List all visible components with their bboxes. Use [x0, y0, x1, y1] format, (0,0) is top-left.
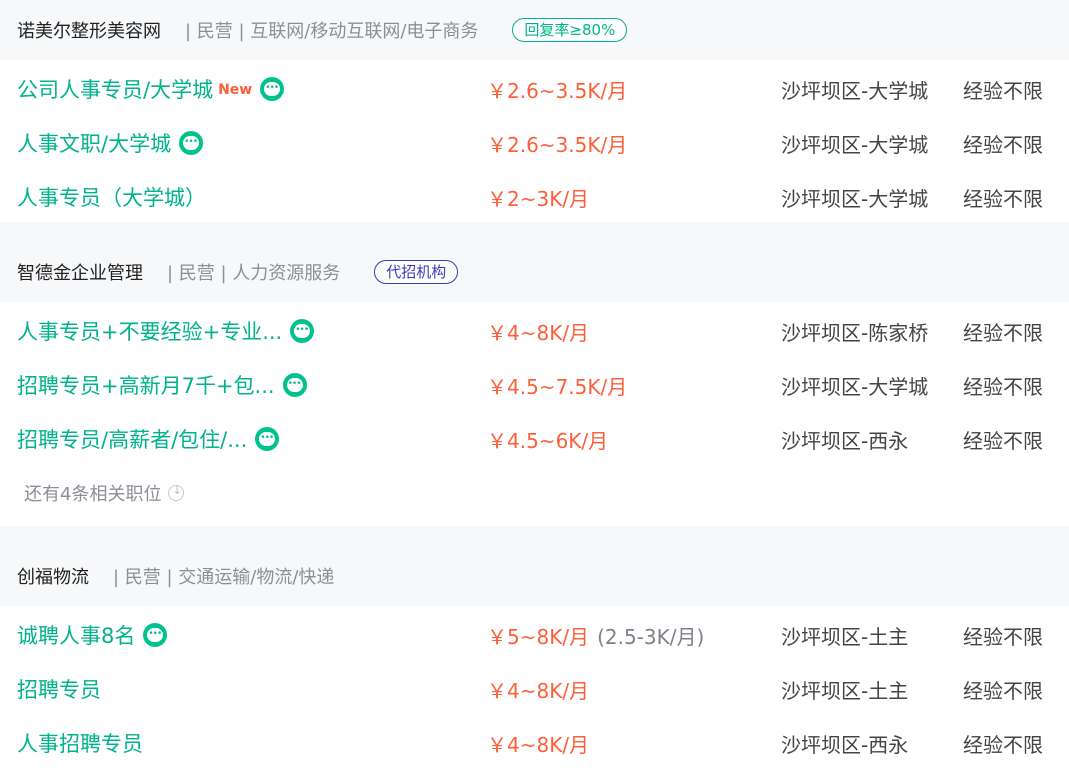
company-block-1: 诺美尔整形美容网 | 民营 | 互联网/移动互联网/电子商务 回复率≥80% 公…: [0, 0, 1069, 222]
salary: ￥2~3K/月: [487, 187, 590, 211]
company-meta: | 民营 | 互联网/移动互联网/电子商务: [185, 21, 479, 42]
location: 沙坪坝区-陈家桥: [781, 321, 929, 345]
company-header: 智德金企业管理 | 民营 | 人力资源服务 代招机构: [0, 242, 1069, 302]
salary: ￥4.5~7.5K/月: [487, 375, 628, 399]
salary-note: (2.5-3K/月): [597, 625, 705, 649]
location: 沙坪坝区-大学城: [781, 187, 929, 211]
more-jobs-row: 还有4条相关职位: [0, 464, 1069, 526]
chat-icon[interactable]: [179, 131, 204, 155]
experience: 经验不限: [963, 321, 1043, 345]
location: 沙坪坝区-大学城: [781, 133, 929, 157]
job-title-link[interactable]: 招聘专员+高新月7千+包...: [17, 370, 275, 400]
job-row[interactable]: 招聘专员 ￥4~8K/月 沙坪坝区-土主 经验不限: [0, 660, 1069, 714]
chat-icon[interactable]: [260, 77, 285, 101]
job-title-link[interactable]: 人事专员（大学城）: [17, 182, 206, 212]
company-name-link[interactable]: 创福物流: [17, 563, 89, 589]
job-row[interactable]: 人事专员（大学城） ￥2~3K/月 沙坪坝区-大学城 经验不限: [0, 168, 1069, 222]
job-row[interactable]: 人事专员+不要经验+专业... ￥4~8K/月 沙坪坝区-陈家桥 经验不限: [0, 302, 1069, 356]
salary: ￥4~8K/月: [487, 733, 590, 757]
salary: ￥5~8K/月 (2.5-3K/月): [487, 621, 704, 650]
job-title-link[interactable]: 人事文职/大学城: [17, 128, 171, 158]
location: 沙坪坝区-西永: [781, 429, 909, 453]
company-name-link[interactable]: 智德金企业管理: [17, 259, 143, 285]
job-row[interactable]: 招聘专员+高新月7千+包... ￥4.5~7.5K/月 沙坪坝区-大学城 经验不…: [0, 356, 1069, 410]
more-jobs-link[interactable]: 还有4条相关职位: [24, 480, 185, 506]
location: 沙坪坝区-土主: [781, 625, 909, 649]
job-row[interactable]: 人事招聘专员 ￥4~8K/月 沙坪坝区-西永 经验不限: [0, 714, 1069, 768]
experience: 经验不限: [963, 375, 1043, 399]
salary: ￥4~8K/月: [487, 321, 590, 345]
more-jobs-label: 还有4条相关职位: [24, 484, 162, 505]
agency-badge: 代招机构: [374, 260, 459, 284]
location: 沙坪坝区-大学城: [781, 79, 929, 103]
job-row[interactable]: 人事文职/大学城 ￥2.6~3.5K/月 沙坪坝区-大学城 经验不限: [0, 114, 1069, 168]
salary: ￥2.6~3.5K/月: [487, 133, 628, 157]
company-header: 诺美尔整形美容网 | 民营 | 互联网/移动互联网/电子商务 回复率≥80%: [0, 0, 1069, 60]
location: 沙坪坝区-土主: [781, 679, 909, 703]
salary: ￥4.5~6K/月: [487, 429, 609, 453]
experience: 经验不限: [963, 187, 1043, 211]
experience: 经验不限: [963, 733, 1043, 757]
experience: 经验不限: [963, 79, 1043, 103]
experience: 经验不限: [963, 429, 1043, 453]
job-title-link[interactable]: 人事专员+不要经验+专业...: [17, 316, 282, 346]
section-gap: [0, 526, 1069, 546]
chat-icon[interactable]: [255, 427, 280, 451]
experience: 经验不限: [963, 133, 1043, 157]
job-row[interactable]: 公司人事专员/大学城 New ￥2.6~3.5K/月 沙坪坝区-大学城 经验不限: [0, 60, 1069, 114]
location: 沙坪坝区-西永: [781, 733, 909, 757]
job-title-link[interactable]: 人事招聘专员: [17, 728, 143, 758]
company-name-link[interactable]: 诺美尔整形美容网: [17, 17, 161, 43]
salary: ￥2.6~3.5K/月: [487, 79, 628, 103]
job-title-link[interactable]: 招聘专员/高薪者/包住/...: [17, 424, 247, 454]
chat-icon[interactable]: [143, 623, 168, 647]
down-arrow-icon: [168, 484, 185, 501]
company-meta: | 民营 | 人力资源服务: [167, 263, 341, 284]
salary-value: ￥5~8K/月: [487, 625, 590, 649]
chat-icon[interactable]: [282, 373, 307, 397]
company-header: 创福物流 | 民营 | 交通运输/物流/快递: [0, 546, 1069, 606]
job-row[interactable]: 诚聘人事8名 ￥5~8K/月 (2.5-3K/月) 沙坪坝区-土主 经验不限: [0, 606, 1069, 660]
job-title-link[interactable]: 诚聘人事8名: [17, 620, 135, 650]
company-meta: | 民营 | 交通运输/物流/快递: [113, 567, 335, 588]
new-tag: New: [218, 82, 253, 98]
job-title-link[interactable]: 公司人事专员/大学城: [17, 74, 213, 104]
experience: 经验不限: [963, 625, 1043, 649]
salary: ￥4~8K/月: [487, 679, 590, 703]
experience: 经验不限: [963, 679, 1043, 703]
location: 沙坪坝区-大学城: [781, 375, 929, 399]
section-gap: [0, 222, 1069, 242]
chat-icon[interactable]: [290, 319, 315, 343]
company-block-2: 智德金企业管理 | 民营 | 人力资源服务 代招机构 人事专员+不要经验+专业.…: [0, 242, 1069, 526]
company-block-3: 创福物流 | 民营 | 交通运输/物流/快递 诚聘人事8名 ￥5~8K/月 (2.…: [0, 546, 1069, 768]
job-title-link[interactable]: 招聘专员: [17, 674, 101, 704]
job-row[interactable]: 招聘专员/高薪者/包住/... ￥4.5~6K/月 沙坪坝区-西永 经验不限: [0, 410, 1069, 464]
reply-rate-badge: 回复率≥80%: [512, 18, 628, 42]
